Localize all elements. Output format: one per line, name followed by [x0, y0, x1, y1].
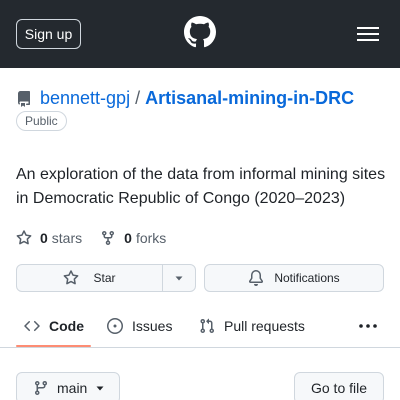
- repo-icon: [17, 91, 30, 107]
- star-button-group: Star: [16, 264, 196, 292]
- repo-description: An exploration of the data from informal…: [16, 166, 386, 207]
- star-button[interactable]: Star: [17, 265, 163, 291]
- tab-issues[interactable]: Issues: [107, 304, 172, 348]
- repo-title: bennett-gpj / Artisanal-mining-in-DRC: [16, 86, 354, 110]
- repo-name-link[interactable]: Artisanal-mining-in-DRC: [145, 88, 354, 109]
- tab-pull-requests-label: Pull requests: [224, 318, 305, 334]
- star-list-dropdown[interactable]: [163, 265, 195, 291]
- stars-count: 0: [40, 230, 48, 246]
- repo-owner-link[interactable]: bennett-gpj: [40, 88, 130, 109]
- tab-code[interactable]: Code: [24, 304, 84, 348]
- issue-icon: [107, 318, 123, 334]
- branch-selector-button[interactable]: main: [16, 372, 120, 400]
- visibility-badge: Public: [16, 111, 67, 131]
- more-options-icon[interactable]: [358, 319, 378, 333]
- pull-request-icon: [200, 318, 215, 334]
- git-branch-icon: [34, 381, 47, 396]
- notifications-label: Notifications: [274, 271, 340, 285]
- tab-code-label: Code: [49, 318, 84, 334]
- go-to-file-button[interactable]: Go to file: [294, 372, 384, 400]
- forks-link[interactable]: 0 forks: [100, 230, 166, 246]
- sign-up-button[interactable]: Sign up: [16, 19, 81, 49]
- repo-tab-nav: Code Issues Pull requests: [0, 304, 400, 348]
- code-icon: [24, 320, 40, 332]
- fork-icon: [102, 231, 115, 246]
- site-header: Sign up: [0, 0, 400, 68]
- github-logo-icon[interactable]: [184, 16, 216, 48]
- branch-name: main: [57, 380, 88, 396]
- caret-down-icon: [175, 276, 183, 281]
- star-icon: [16, 230, 32, 245]
- bell-icon: [249, 270, 264, 286]
- forks-count: 0: [124, 230, 132, 246]
- tab-issues-label: Issues: [132, 318, 173, 334]
- stars-link[interactable]: 0 stars: [16, 230, 82, 246]
- hamburger-menu-icon[interactable]: [356, 24, 380, 44]
- notifications-button[interactable]: Notifications: [204, 264, 384, 292]
- active-tab-indicator: [16, 345, 91, 347]
- stars-label: stars: [51, 230, 83, 246]
- tab-pull-requests[interactable]: Pull requests: [199, 304, 305, 348]
- star-icon: [64, 270, 79, 285]
- caret-down-icon: [96, 386, 104, 391]
- forks-label: forks: [135, 230, 167, 246]
- repo-stats: 0 stars 0 forks: [16, 228, 166, 248]
- star-label: Star: [93, 271, 116, 285]
- repo-separator: /: [135, 87, 141, 108]
